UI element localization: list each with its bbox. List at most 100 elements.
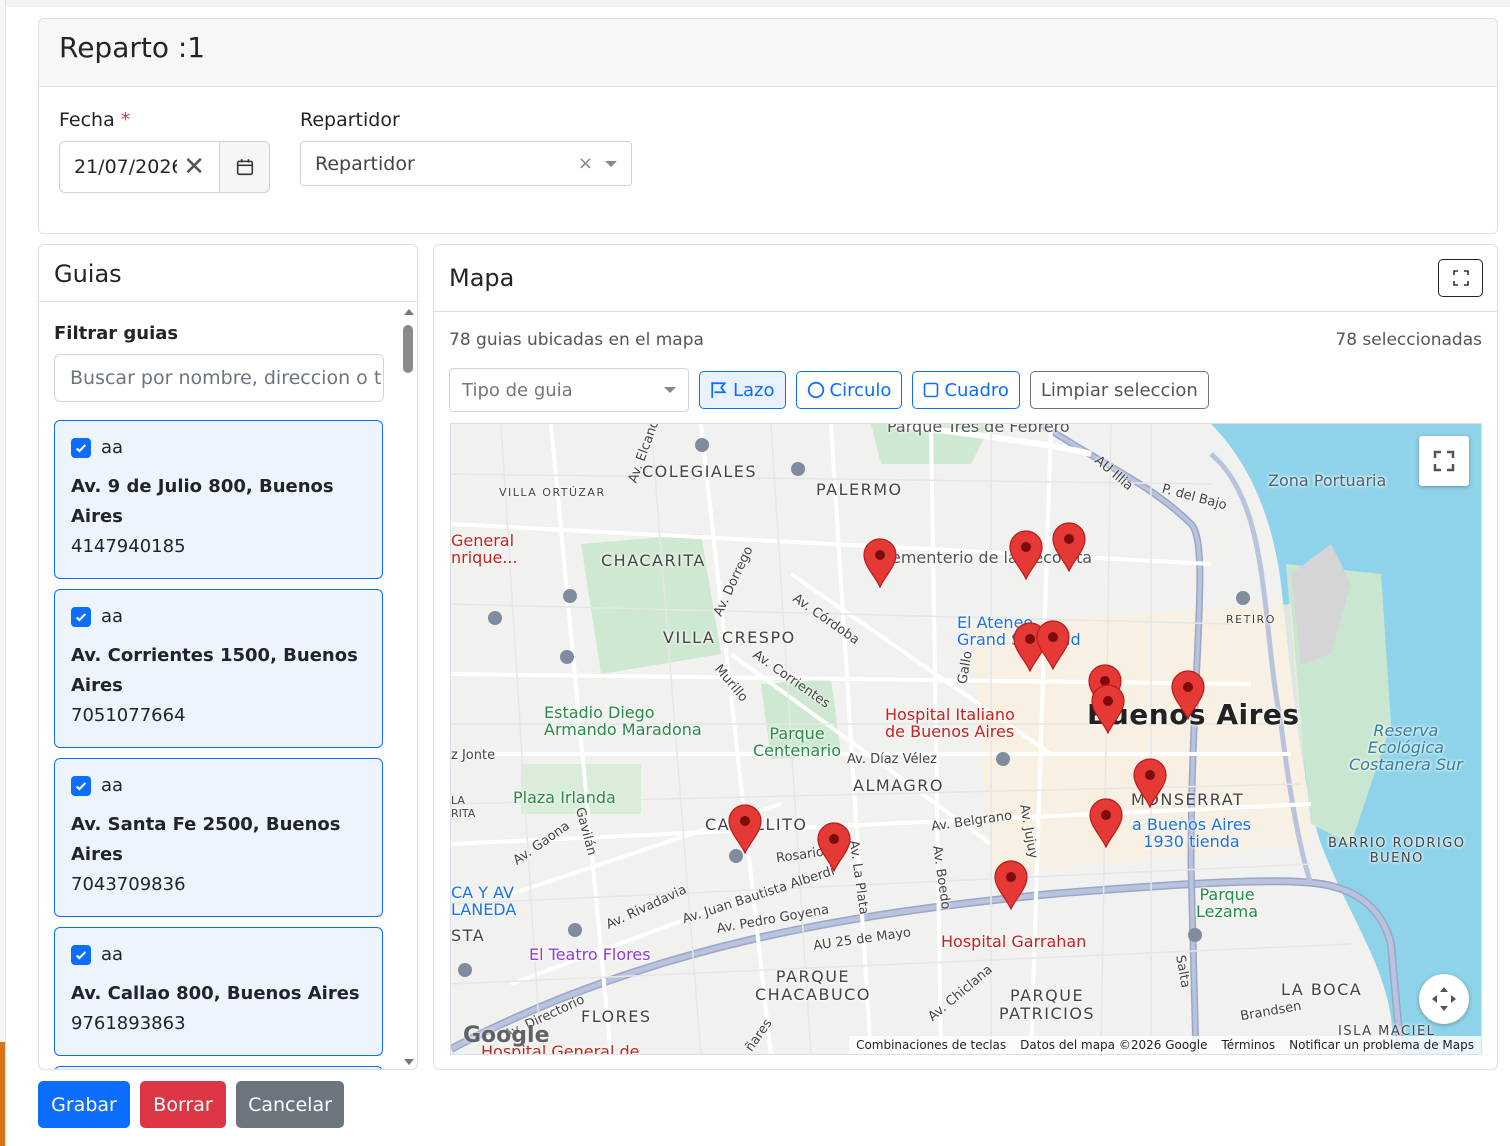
lasso-icon [711, 382, 727, 398]
left-edge-accent [0, 1042, 5, 1146]
chevron-down-icon [605, 160, 617, 167]
guia-checkbox[interactable] [71, 775, 91, 796]
attribution-terms[interactable]: Términos [1215, 1038, 1283, 1052]
map-label-jonte: z Jonte [451, 748, 496, 763]
mapa-card-header: Mapa [434, 245, 1497, 312]
map-label-sta: STA [451, 926, 486, 945]
map-marker-icon[interactable] [1133, 758, 1167, 809]
google-logo: Google [463, 1023, 550, 1048]
guia-checkbox[interactable] [71, 437, 91, 458]
map-marker-icon[interactable] [1009, 530, 1043, 581]
map-toolbar: Tipo de guia Lazo Circulo Cuadro Limpiar… [449, 368, 1219, 412]
fecha-label: Fecha * [59, 109, 130, 131]
map-label-tres-febrero: Parque Tres de Febrero [887, 423, 1070, 436]
map-label-retiro: RETIRO [1226, 613, 1276, 626]
grabar-button[interactable]: Grabar [38, 1081, 130, 1128]
guia-address: Av. Callao 800, Buenos Aires [71, 983, 360, 1004]
street-av-diaz-velez: Av. Díaz Vélez [847, 752, 937, 767]
guia-address: Av. Santa Fe 2500, Buenos Aires [71, 814, 341, 865]
map-marker-icon[interactable] [994, 860, 1028, 911]
calendar-button[interactable] [220, 141, 270, 193]
scroll-down-icon[interactable] [404, 1059, 414, 1065]
search-input[interactable]: Buscar por nombre, direccion o tr [54, 354, 384, 402]
guia-card[interactable]: aa Av. 9 de Julio 800, Buenos Aires 414794… [54, 420, 383, 579]
circulo-label: Circulo [829, 379, 892, 401]
tipo-guia-placeholder: Tipo de guia [462, 379, 573, 401]
map-marker-icon[interactable] [1036, 620, 1070, 671]
guia-checkbox[interactable] [71, 944, 91, 965]
required-mark: * [120, 109, 131, 131]
fullscreen-icon [1452, 270, 1469, 286]
fecha-field: 21/07/2026 ✕ [59, 141, 270, 193]
map-label-flores: FLORES [581, 1007, 652, 1026]
map-label-reserva: Reserva Ecológica Costanera Sur [1349, 721, 1463, 774]
attribution-data: Datos del mapa ©2026 Google [1020, 1038, 1208, 1052]
fullscreen-icon [1433, 450, 1455, 472]
guia-card[interactable]: aa Av. Corrientes 1500, Buenos Aires 70510… [54, 589, 383, 748]
limpiar-seleccion-button[interactable]: Limpiar seleccion [1029, 371, 1209, 409]
guia-card[interactable]: aa Av. Callao 800, Buenos Aires 9761893863 [54, 927, 383, 1056]
circulo-button[interactable]: Circulo [795, 371, 903, 409]
filter-label: Filtrar guias [54, 323, 179, 344]
guia-phone: 7051077664 [71, 705, 186, 726]
cuadro-label: Cuadro [944, 379, 1009, 401]
repartidor-select[interactable]: Repartidor × [300, 141, 632, 186]
clear-repartidor-icon[interactable]: × [578, 153, 593, 174]
map-marker-icon[interactable] [817, 822, 851, 873]
map-marker-icon[interactable] [1171, 670, 1205, 721]
square-icon [924, 382, 939, 398]
guia-card[interactable]: aa Av. Santa Fe 2500, Buenos Aires 7043709… [54, 758, 383, 917]
page-title: Reparto :1 [59, 31, 206, 64]
map-view[interactable]: Parque Tres de Febrero COLEGIALES PALERM… [450, 423, 1482, 1055]
guia-name: aa [101, 437, 124, 458]
map-label-general: General nrique... [451, 531, 518, 567]
guias-list-container: Filtrar guias Buscar por nombre, direcci… [39, 303, 399, 1069]
map-label-la-boca: LA BOCA [1281, 980, 1363, 999]
repartidor-label: Repartidor [300, 109, 400, 131]
attribution-report[interactable]: Notificar un problema de Maps [1282, 1038, 1481, 1052]
map-fullscreen-button[interactable] [1419, 436, 1469, 486]
cancelar-button[interactable]: Cancelar [236, 1081, 344, 1128]
map-marker-icon[interactable] [728, 804, 762, 855]
check-icon [75, 612, 87, 622]
scrollbar[interactable] [401, 303, 417, 1069]
cuadro-button[interactable]: Cuadro [912, 371, 1020, 409]
map-marker-icon[interactable] [1089, 798, 1123, 849]
expand-map-button[interactable] [1438, 259, 1483, 297]
map-label-zona-portuaria: Zona Portuaria [1268, 471, 1387, 490]
guias-title: Guias [54, 260, 122, 288]
guia-name: aa [101, 944, 124, 965]
guia-card-top: aa [71, 437, 366, 458]
map-label-estadio: Estadio Diego Armando Maradona [544, 703, 702, 739]
guia-card[interactable]: aa [54, 1066, 383, 1069]
map-marker-icon[interactable] [863, 538, 897, 589]
map-label-hospital-garrahan: Hospital Garrahan [941, 932, 1087, 951]
map-label-parque-centenario: Parque Centenario [753, 724, 842, 760]
check-icon [75, 781, 87, 791]
reparto-card: Reparto :1 Fecha * 21/07/2026 ✕ Repartid… [38, 18, 1498, 234]
fecha-input[interactable]: 21/07/2026 ✕ [59, 141, 220, 193]
map-marker-icon[interactable] [1091, 684, 1125, 735]
map-label-teatro-flores: El Teatro Flores [529, 945, 651, 964]
guia-phone: 7043709836 [71, 874, 186, 895]
top-strip [0, 0, 1510, 7]
attribution-keys[interactable]: Combinaciones de teclas [849, 1038, 1013, 1052]
scroll-up-icon[interactable] [404, 309, 414, 315]
borrar-button[interactable]: Borrar [140, 1081, 226, 1128]
clear-date-icon[interactable]: ✕ [183, 154, 205, 180]
guia-card-top: aa [71, 606, 366, 627]
guias-card-header: Guias [39, 245, 417, 302]
check-icon [75, 950, 87, 960]
reparto-card-header: Reparto :1 [39, 19, 1497, 87]
scroll-thumb[interactable] [403, 325, 413, 373]
map-marker-icon[interactable] [1052, 522, 1086, 573]
guia-checkbox[interactable] [71, 606, 91, 627]
tipo-guia-select[interactable]: Tipo de guia [449, 368, 689, 412]
map-label-ca-y-av: CA Y AV LANEDA [451, 883, 517, 919]
map-label-almagro: ALMAGRO [853, 776, 944, 795]
fecha-label-text: Fecha [59, 109, 115, 131]
map-label-colegiales: COLEGIALES [642, 462, 758, 481]
lazo-button[interactable]: Lazo [699, 371, 786, 409]
map-label-la-rita: LA RITA [451, 794, 476, 820]
map-camera-control[interactable] [1419, 974, 1469, 1024]
